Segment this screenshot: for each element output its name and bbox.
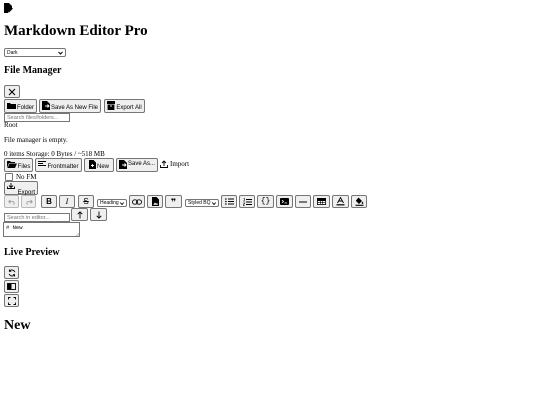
export-all-label: Export All (116, 105, 142, 111)
save-as-new-file-label: Save As New File (50, 105, 99, 111)
import-button[interactable]: Import (160, 160, 189, 168)
folder-plus-icon (7, 102, 16, 109)
upload-icon (160, 160, 168, 168)
resize-handle[interactable] (75, 232, 79, 236)
logo-icon (4, 3, 13, 13)
file-image-icon (151, 197, 159, 206)
new-file-button[interactable]: New (84, 158, 114, 172)
save-as-new-file-button[interactable]: Save As New File (39, 99, 101, 113)
app-title: Markdown Editor Pro (4, 23, 148, 39)
table-icon (317, 198, 326, 205)
minus-icon (299, 201, 307, 203)
file-manager-status: 0 items Storage: 0 Bytes / ~518 MB (4, 150, 105, 158)
no-fm-label: No FM (16, 173, 37, 181)
new-label: New (96, 164, 109, 170)
export-button[interactable]: Export (4, 181, 38, 196)
italic-button[interactable]: I (59, 195, 75, 208)
undo-button[interactable] (4, 195, 19, 208)
download-icon (7, 183, 15, 189)
columns-icon (7, 283, 16, 290)
folder-label: Folder (17, 105, 35, 111)
image-button[interactable] (147, 195, 163, 208)
file-manager-heading: File Manager (4, 65, 62, 76)
sync-icon (8, 268, 16, 277)
archive-icon (107, 101, 116, 110)
redo-icon (25, 199, 33, 205)
arrow-up-icon (76, 210, 83, 219)
link-icon (132, 198, 142, 205)
live-preview-heading: Live Preview (4, 247, 60, 258)
folder-open-icon (6, 161, 17, 168)
file-export-icon (119, 160, 127, 169)
inline-code-button[interactable] (276, 195, 293, 208)
save-as-label: Save As... (128, 161, 156, 167)
strikethrough-icon: S (83, 196, 89, 206)
sync-scroll-button[interactable] (4, 266, 19, 279)
theme-select-value: Dark (7, 49, 18, 56)
frontmatter-label: Frontmatter (47, 164, 79, 170)
link-button[interactable] (129, 195, 145, 208)
theme-select[interactable]: Dark (4, 48, 66, 57)
arrow-down-icon (95, 211, 102, 219)
export-all-button[interactable]: Export All (104, 99, 145, 113)
expand-icon (7, 296, 16, 305)
heading-select-value: Heading (100, 200, 119, 206)
close-file-manager-button[interactable] (4, 85, 20, 98)
list-ul-icon (224, 198, 234, 205)
split-view-button[interactable] (4, 280, 19, 293)
highlight-color-button[interactable] (351, 195, 367, 208)
file-plus-icon (88, 160, 96, 169)
editor-content: # New (6, 224, 23, 231)
checkbox[interactable] (5, 173, 13, 181)
editor-textarea[interactable]: # New (3, 222, 80, 237)
preview-rendered-title: New (4, 318, 31, 333)
chevron-down-icon (212, 201, 216, 205)
quote-button[interactable]: ❞ (165, 195, 182, 208)
list-ol-icon (242, 197, 252, 206)
table-button[interactable] (313, 195, 330, 208)
close-icon (8, 88, 16, 96)
align-left-icon (38, 161, 47, 167)
code-block-button[interactable]: {} (257, 195, 274, 208)
file-manager-empty-message: File manager is empty. (4, 136, 68, 144)
chevron-down-icon (58, 51, 63, 55)
file-export-icon (41, 101, 50, 110)
heading-select[interactable]: Heading (97, 199, 127, 207)
numbered-list-button[interactable] (239, 195, 255, 208)
terminal-icon (280, 198, 289, 205)
bold-icon: B (46, 196, 52, 206)
undo-icon (7, 199, 16, 205)
quote-icon: ❞ (170, 197, 177, 208)
code-icon: {} (260, 196, 271, 206)
frontmatter-button[interactable]: Frontmatter (35, 158, 82, 172)
italic-icon: I (65, 196, 69, 206)
redo-button[interactable] (21, 195, 36, 208)
bold-button[interactable]: B (41, 195, 57, 208)
editor-search-input[interactable]: Search in editor... (4, 213, 70, 222)
new-folder-button[interactable]: Folder (4, 99, 37, 113)
files-button[interactable]: Files (4, 158, 33, 172)
chevron-down-icon (120, 201, 124, 205)
no-frontmatter-checkbox[interactable]: No FM (5, 173, 36, 181)
root-label[interactable]: Root (4, 121, 18, 129)
save-as-button[interactable]: Save As... (116, 158, 158, 172)
bullet-list-button[interactable] (221, 195, 237, 208)
search-previous-button[interactable] (71, 208, 88, 221)
files-label: Files (17, 164, 31, 170)
fullscreen-button[interactable] (4, 294, 19, 307)
fill-drip-icon (355, 197, 364, 206)
font-color-icon (336, 197, 345, 206)
search-next-button[interactable] (90, 208, 107, 221)
strikethrough-button[interactable]: S (78, 195, 94, 208)
horizontal-rule-button[interactable] (295, 195, 311, 208)
blockquote-style-select[interactable]: Styled BQ (185, 199, 219, 207)
blockquote-style-value: Styled BQ (188, 200, 211, 206)
text-color-button[interactable] (332, 195, 349, 208)
import-label: Import (170, 160, 190, 168)
